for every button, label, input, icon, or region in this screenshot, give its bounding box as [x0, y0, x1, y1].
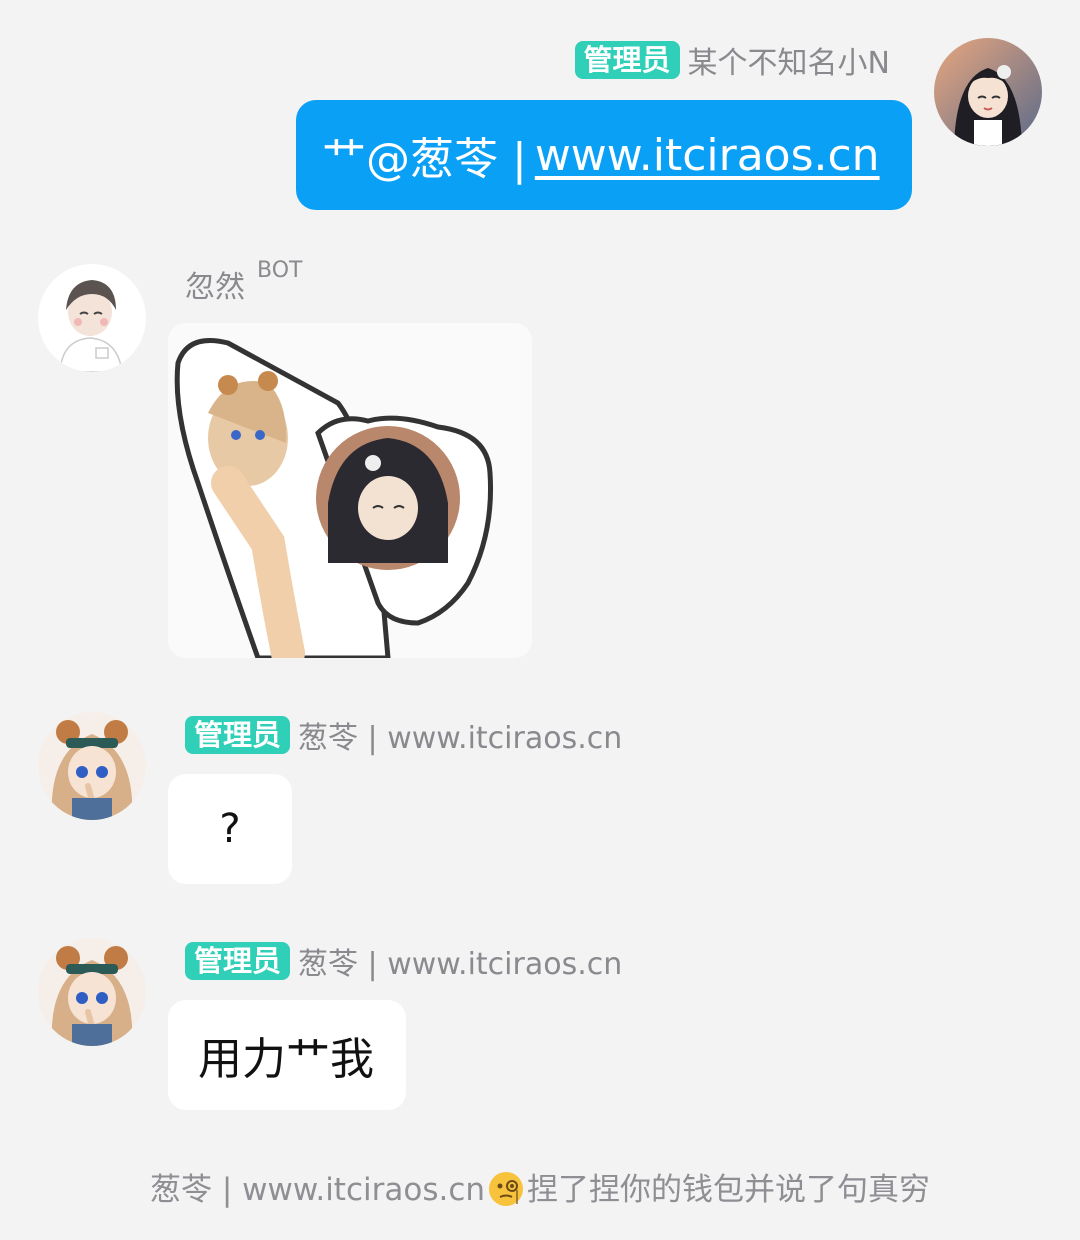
- sender-name[interactable]: 葱苓 | www.itciraos.cn: [298, 939, 622, 983]
- reply1-sender-row: 管理员 葱苓 | www.itciraos.cn: [185, 713, 622, 757]
- reply2-sender-row: 管理员 葱苓 | www.itciraos.cn: [185, 939, 622, 983]
- face-with-monocle-emoji-icon: [489, 1172, 524, 1206]
- bot-tag: BOT: [257, 258, 303, 283]
- message-text: ?: [219, 806, 241, 852]
- sender-name[interactable]: 某个不知名小N: [688, 38, 890, 82]
- admin-badge: 管理员: [185, 716, 291, 754]
- notice-action: 捏了捏你的钱包并说了句真穷: [527, 1172, 931, 1208]
- message-text: 用力艹我: [198, 1034, 374, 1085]
- avatar[interactable]: [38, 264, 146, 372]
- outgoing-sender-row: 管理员 某个不知名小N: [574, 38, 890, 82]
- admin-badge: 管理员: [185, 942, 291, 980]
- outgoing-message-bubble[interactable]: 艹@葱苓 | www.itciraos.cn: [296, 100, 912, 210]
- sender-name[interactable]: 葱苓 | www.itciraos.cn: [298, 713, 622, 757]
- message-link[interactable]: www.itciraos.cn: [535, 130, 880, 181]
- sender-name[interactable]: 忽然: [185, 262, 245, 306]
- avatar[interactable]: [38, 712, 146, 820]
- poke-notice: 葱苓 | www.itciraos.cn 捏了捏你的钱包并说了句真穷: [0, 1164, 1080, 1209]
- bot-sender-row: 忽然 BOT: [185, 258, 302, 306]
- avatar[interactable]: [38, 938, 146, 1046]
- message-text: 艹@葱苓 |: [322, 134, 527, 185]
- chat-window: 管理员 某个不知名小N 艹@葱苓 | www.itciraos.cn 忽然 BO…: [0, 0, 1080, 1240]
- message-bubble[interactable]: 用力艹我: [168, 1000, 406, 1110]
- avatar[interactable]: [934, 38, 1042, 146]
- notice-actor[interactable]: 葱苓 | www.itciraos.cn: [150, 1172, 485, 1208]
- admin-badge: 管理员: [574, 41, 680, 79]
- sticker-image[interactable]: [168, 323, 532, 658]
- message-bubble[interactable]: ?: [168, 774, 292, 884]
